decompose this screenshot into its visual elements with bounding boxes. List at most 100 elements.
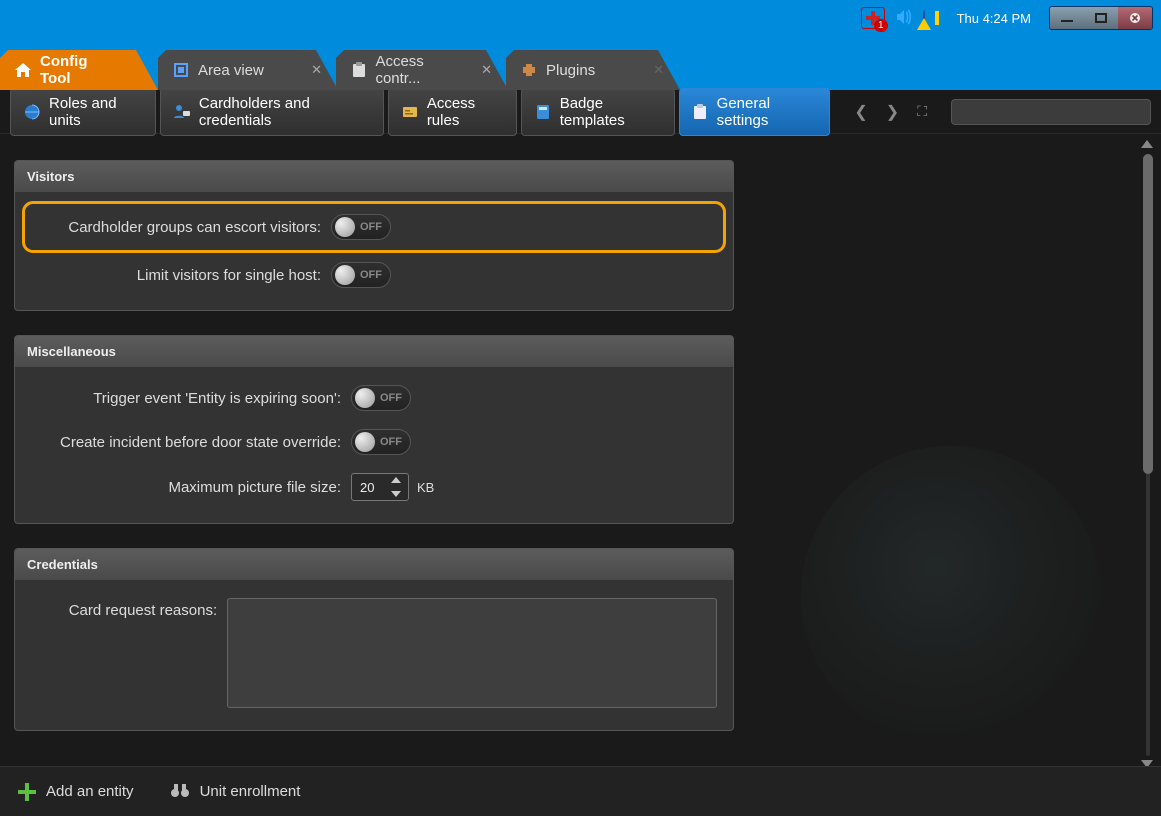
subnav-label: Roles and units xyxy=(49,95,143,129)
main-content: Visitors Cardholder groups can escort vi… xyxy=(0,134,1161,816)
subnav-cardholders[interactable]: Cardholders and credentials xyxy=(160,88,384,136)
tab-plugins[interactable]: Plugins ✕ xyxy=(506,50,680,90)
search-box xyxy=(951,99,1151,125)
tab-bar: Config Tool Area view ✕ Access contr... … xyxy=(0,50,1161,90)
subnav-label: Cardholders and credentials xyxy=(199,95,371,129)
row-max-picture-size: Maximum picture file size: 20 KB xyxy=(31,473,717,501)
toggle-knob xyxy=(355,388,375,408)
plugin-icon xyxy=(520,61,538,79)
row-card-request-reasons: Card request reasons: xyxy=(31,598,717,708)
binoculars-icon xyxy=(170,782,190,802)
unit-enrollment-button[interactable]: Unit enrollment xyxy=(170,782,301,802)
notification-badge: 1 xyxy=(874,19,888,32)
create-incident-label: Create incident before door state overri… xyxy=(31,434,341,451)
spin-down-icon[interactable] xyxy=(391,491,401,497)
subnav-label: General settings xyxy=(717,95,818,129)
tab-area-view[interactable]: Area view ✕ xyxy=(158,50,338,90)
subnav-general-settings[interactable]: General settings xyxy=(679,88,830,136)
scrollbar[interactable] xyxy=(1143,154,1153,756)
maximize-button[interactable] xyxy=(1084,7,1118,29)
add-entity-button[interactable]: Add an entity xyxy=(18,783,134,801)
escort-visitors-label: Cardholder groups can escort visitors: xyxy=(31,219,321,236)
subnav-access-rules[interactable]: Access rules xyxy=(388,88,517,136)
scrollbar-thumb[interactable] xyxy=(1143,154,1153,474)
panel-miscellaneous: Miscellaneous Trigger event 'Entity is e… xyxy=(14,335,734,524)
badge-icon xyxy=(534,103,552,121)
gear-globe-icon xyxy=(23,103,41,121)
maximize-icon xyxy=(1095,13,1107,23)
create-incident-toggle[interactable]: OFF xyxy=(351,429,411,455)
panel-credentials: Credentials Card request reasons: xyxy=(14,548,734,731)
tab-close-icon[interactable]: ✕ xyxy=(481,62,492,78)
status-bar-icon xyxy=(935,11,939,25)
row-limit-visitors: Limit visitors for single host: OFF xyxy=(31,262,717,288)
volume-icon[interactable] xyxy=(895,8,913,29)
subnav-label: Access rules xyxy=(427,95,504,129)
max-picture-label: Maximum picture file size: xyxy=(31,479,341,496)
scroll-up-icon[interactable] xyxy=(1141,140,1153,148)
max-picture-size-input[interactable]: 20 xyxy=(351,473,409,501)
trigger-event-label: Trigger event 'Entity is expiring soon': xyxy=(31,390,341,407)
close-icon xyxy=(1129,12,1141,24)
escort-visitors-toggle[interactable]: OFF xyxy=(331,214,391,240)
tab-label: Area view xyxy=(198,62,264,79)
network-globe-icon[interactable] xyxy=(923,11,925,26)
clock: Thu 4:24 PM xyxy=(957,11,1031,26)
home-icon xyxy=(14,61,32,79)
panel-header: Visitors xyxy=(15,161,733,192)
footer-bar: Add an entity Unit enrollment xyxy=(0,766,1161,816)
nav-back-icon[interactable]: ❮ xyxy=(854,102,867,122)
notification-icon[interactable]: 1 xyxy=(861,7,885,29)
tab-config-tool[interactable]: Config Tool xyxy=(0,50,158,90)
subnav-badge-templates[interactable]: Badge templates xyxy=(521,88,675,136)
trigger-event-toggle[interactable]: OFF xyxy=(351,385,411,411)
nav-history-controls: ❮ ❯ ⛶ xyxy=(854,102,927,122)
tab-close-icon[interactable]: ✕ xyxy=(311,62,322,78)
max-picture-size-unit: KB xyxy=(417,480,434,495)
area-icon xyxy=(172,61,190,79)
person-card-icon xyxy=(173,103,191,121)
number-spinner[interactable] xyxy=(391,477,405,497)
panel-header: Credentials xyxy=(15,549,733,580)
sub-nav-bar: Roles and units Cardholders and credenti… xyxy=(0,90,1161,134)
row-create-incident: Create incident before door state overri… xyxy=(31,429,717,455)
close-button[interactable] xyxy=(1118,7,1152,29)
toggle-knob xyxy=(335,265,355,285)
clipboard-icon xyxy=(692,103,709,121)
search-input[interactable] xyxy=(951,99,1151,125)
window-controls xyxy=(1049,6,1153,30)
card-request-reasons-label: Card request reasons: xyxy=(31,602,217,619)
clipboard-icon xyxy=(350,61,367,79)
toggle-state: OFF xyxy=(380,392,402,404)
background-watermark xyxy=(801,446,1101,746)
tab-access-control[interactable]: Access contr... ✕ xyxy=(336,50,508,90)
row-trigger-event: Trigger event 'Entity is expiring soon':… xyxy=(31,385,717,411)
nav-forward-icon[interactable]: ❯ xyxy=(886,102,899,122)
panel-visitors: Visitors Cardholder groups can escort vi… xyxy=(14,160,734,311)
subnav-label: Badge templates xyxy=(560,95,662,129)
card-request-reasons-input[interactable] xyxy=(227,598,717,708)
tab-label: Config Tool xyxy=(40,53,120,87)
add-entity-label: Add an entity xyxy=(46,783,134,800)
unit-enrollment-label: Unit enrollment xyxy=(200,783,301,800)
plus-icon xyxy=(18,783,36,801)
minimize-button[interactable] xyxy=(1050,7,1084,29)
toggle-state: OFF xyxy=(360,269,382,281)
limit-visitors-toggle[interactable]: OFF xyxy=(331,262,391,288)
warning-overlay-icon xyxy=(917,18,931,30)
toggle-knob xyxy=(335,217,355,237)
nav-expand-icon[interactable]: ⛶ xyxy=(917,103,927,120)
row-escort-visitors: Cardholder groups can escort visitors: O… xyxy=(31,210,717,244)
tab-label: Plugins xyxy=(546,62,595,79)
minimize-icon xyxy=(1061,13,1073,23)
toggle-knob xyxy=(355,432,375,452)
limit-visitors-label: Limit visitors for single host: xyxy=(31,267,321,284)
tab-label: Access contr... xyxy=(375,53,470,87)
title-bar: 1 Thu 4:24 PM xyxy=(0,0,1161,50)
toggle-state: OFF xyxy=(360,221,382,233)
subnav-roles-and-units[interactable]: Roles and units xyxy=(10,88,156,136)
max-picture-size-value: 20 xyxy=(360,480,374,495)
tab-close-icon[interactable]: ✕ xyxy=(653,62,664,78)
spin-up-icon[interactable] xyxy=(391,477,401,483)
toggle-state: OFF xyxy=(380,436,402,448)
